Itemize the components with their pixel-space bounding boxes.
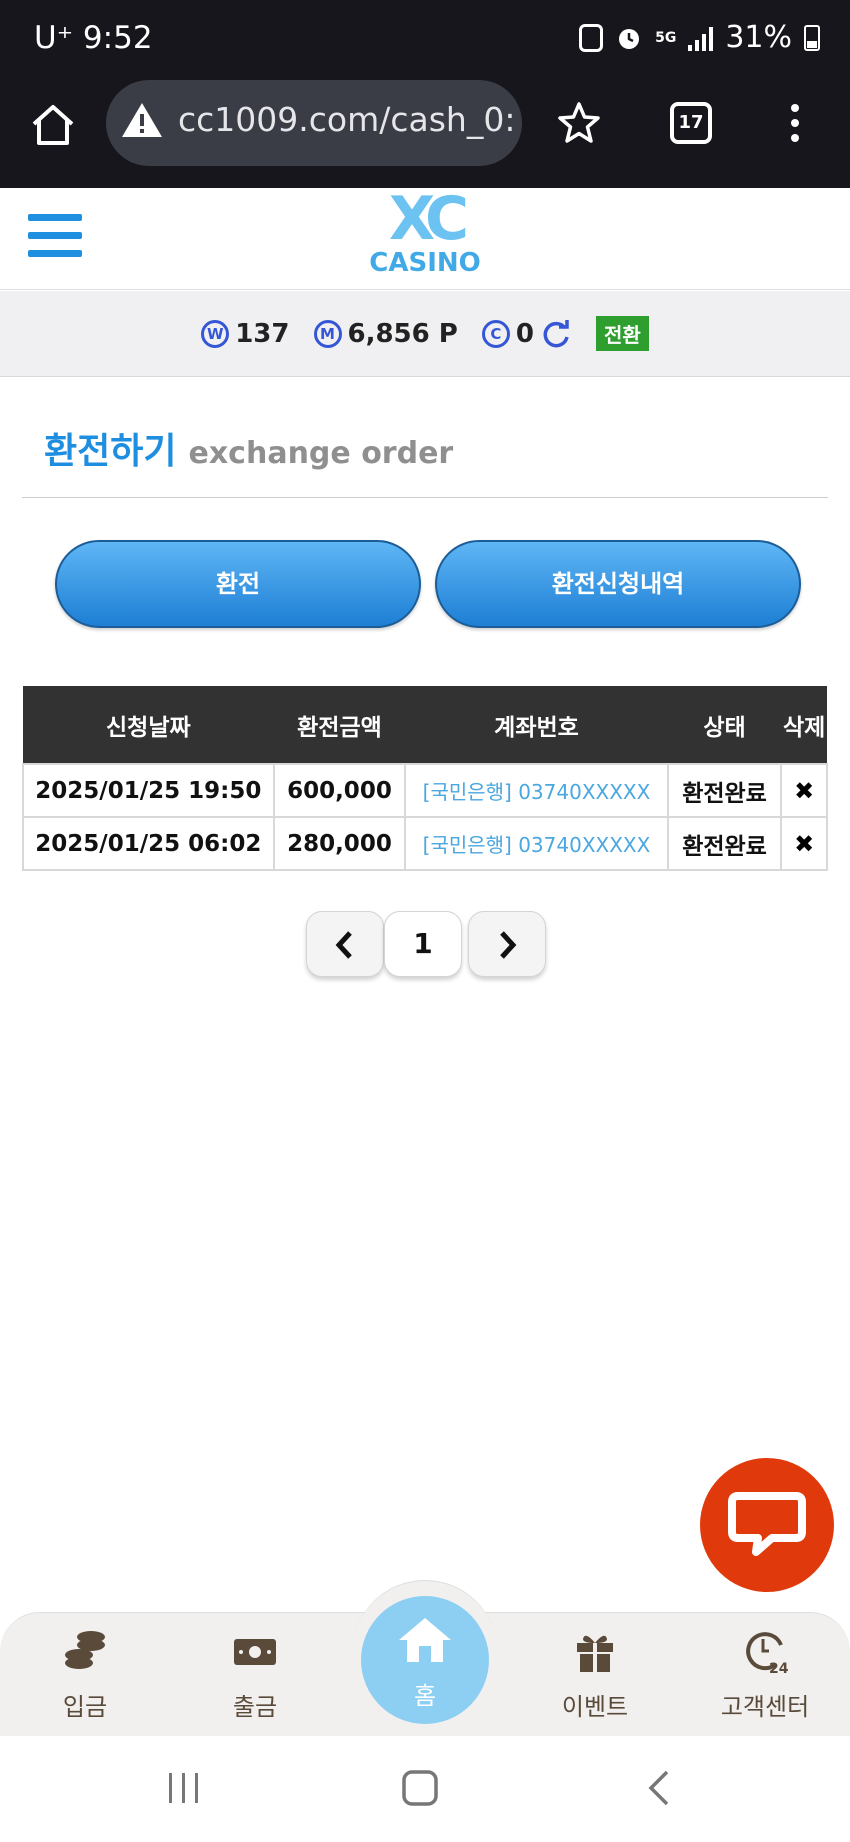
nav-withdraw[interactable]: 출금 xyxy=(190,1623,320,1722)
column-header-amount: 환전금액 xyxy=(273,686,406,764)
carrier-label: U⁺ xyxy=(34,20,74,56)
page-1-button[interactable]: 1 xyxy=(384,911,462,977)
row-status: 환전완료 xyxy=(666,763,783,818)
row-account: [국민은행] 03740XXXXX xyxy=(404,816,669,871)
point-balance-value: 6,856 P xyxy=(347,318,458,349)
table-row: 2025/01/25 06:02 280,000 [국민은행] 03740XXX… xyxy=(22,816,828,871)
balance-bar: W 137 M 6,856 P C 0 전환 xyxy=(0,291,850,377)
table-row: 2025/01/25 19:50 600,000 [국민은행] 03740XXX… xyxy=(22,763,828,818)
nav-home[interactable]: 홈 xyxy=(361,1596,489,1724)
chevron-left-icon[interactable] xyxy=(333,930,357,960)
nav-event-label: 이벤트 xyxy=(561,1693,629,1721)
site-header: XC CASINO xyxy=(0,188,850,290)
signal-icon xyxy=(688,25,714,51)
nav-home-label: 홈 xyxy=(413,1682,437,1710)
casino-balance-value: 0 xyxy=(515,318,534,349)
system-back-icon[interactable] xyxy=(640,1768,680,1808)
clock: 9:52 xyxy=(82,20,153,56)
home-icon[interactable] xyxy=(28,100,78,150)
coins-stack-icon xyxy=(65,1631,105,1669)
row-status: 환전완료 xyxy=(666,816,783,871)
refresh-icon[interactable] xyxy=(540,318,572,350)
battery-percent: 31% xyxy=(725,20,792,55)
point-balance: M 6,856 P xyxy=(313,318,458,349)
nav-event[interactable]: 이벤트 xyxy=(530,1623,660,1722)
tab-switcher-button[interactable]: 17 xyxy=(670,102,712,144)
chat-bubble-icon[interactable] xyxy=(700,1458,834,1592)
home-icon xyxy=(399,1618,451,1662)
column-header-delete: 삭제 xyxy=(781,686,827,764)
network-type: 5G xyxy=(655,29,677,46)
column-header-date: 신청날짜 xyxy=(23,686,274,764)
browser-toolbar: cc1009.com/cash_0: 17 xyxy=(0,80,850,188)
table-header-row: 신청날짜 환전금액 계좌번호 상태 삭제 xyxy=(23,686,827,764)
mileage-coin-icon: M xyxy=(313,319,342,348)
nav-withdraw-label: 출금 xyxy=(232,1693,278,1721)
recent-apps-icon[interactable] xyxy=(164,1768,204,1808)
status-time-area: U⁺ 9:52 xyxy=(34,20,153,56)
nav-support[interactable]: 24 고객센터 xyxy=(700,1623,830,1722)
live-chat-button[interactable] xyxy=(700,1458,834,1592)
support-24h-icon: 24 xyxy=(746,1632,789,1677)
convert-button[interactable]: 전환 xyxy=(595,316,649,351)
status-bar: U⁺ 9:52 5G 31% xyxy=(0,0,850,80)
won-balance: W 137 xyxy=(201,318,290,349)
page-title-en: exchange order xyxy=(188,436,454,471)
prev-page-button[interactable] xyxy=(306,911,384,977)
battery-icon xyxy=(804,24,820,51)
address-bar[interactable]: cc1009.com/cash_0: xyxy=(106,80,522,166)
title-divider xyxy=(22,497,828,498)
url-text[interactable]: cc1009.com/cash_0: xyxy=(178,100,515,139)
won-coin-icon: W xyxy=(201,319,230,348)
nav-support-label: 고객센터 xyxy=(720,1693,810,1721)
row-date: 2025/01/25 06:02 xyxy=(22,816,275,871)
page-title: 환전하기 exchange order xyxy=(44,422,453,474)
exchange-orders-table: 신청날짜 환전금액 계좌번호 상태 삭제 2025/01/25 19:50 60… xyxy=(22,686,828,871)
exchange-history-button[interactable]: 환전신청내역 xyxy=(435,540,801,628)
close-icon[interactable]: ✖ xyxy=(794,777,814,805)
delete-row-button[interactable]: ✖ xyxy=(780,763,828,818)
nav-deposit-label: 입금 xyxy=(62,1693,108,1721)
page-title-ko: 환전하기 xyxy=(44,431,177,472)
logo-text: CASINO xyxy=(369,248,481,278)
status-icons: 5G 31% xyxy=(579,20,820,55)
chevron-right-icon[interactable] xyxy=(495,930,519,960)
logo-mark: XC xyxy=(388,184,469,254)
bookmark-star-icon[interactable] xyxy=(556,100,602,146)
row-amount: 600,000 xyxy=(272,763,407,818)
row-date: 2025/01/25 19:50 xyxy=(22,763,275,818)
close-icon[interactable]: ✖ xyxy=(794,830,814,858)
column-header-account: 계좌번호 xyxy=(405,686,668,764)
cash-icon xyxy=(234,1639,276,1665)
next-page-button[interactable] xyxy=(468,911,546,977)
menu-icon[interactable] xyxy=(28,214,82,260)
casino-coin-icon: C xyxy=(481,319,510,348)
nav-deposit[interactable]: 입금 xyxy=(20,1623,150,1722)
exchange-button[interactable]: 환전 xyxy=(55,540,421,628)
column-header-status: 상태 xyxy=(667,686,782,764)
system-nav-bar xyxy=(0,1736,850,1842)
casino-balance: C 0 xyxy=(481,318,572,350)
battery-saver-icon xyxy=(579,23,604,52)
row-amount: 280,000 xyxy=(272,816,407,871)
site-logo[interactable]: XC CASINO xyxy=(360,188,490,278)
alarm-icon xyxy=(619,28,640,49)
warning-icon[interactable] xyxy=(120,100,164,140)
svg-text:24: 24 xyxy=(769,1661,789,1675)
delete-row-button[interactable]: ✖ xyxy=(780,816,828,871)
more-menu-icon[interactable] xyxy=(780,100,810,148)
won-balance-value: 137 xyxy=(235,318,290,349)
gift-icon xyxy=(577,1635,613,1672)
system-home-icon[interactable] xyxy=(400,1768,440,1808)
row-account: [국민은행] 03740XXXXX xyxy=(404,763,669,818)
